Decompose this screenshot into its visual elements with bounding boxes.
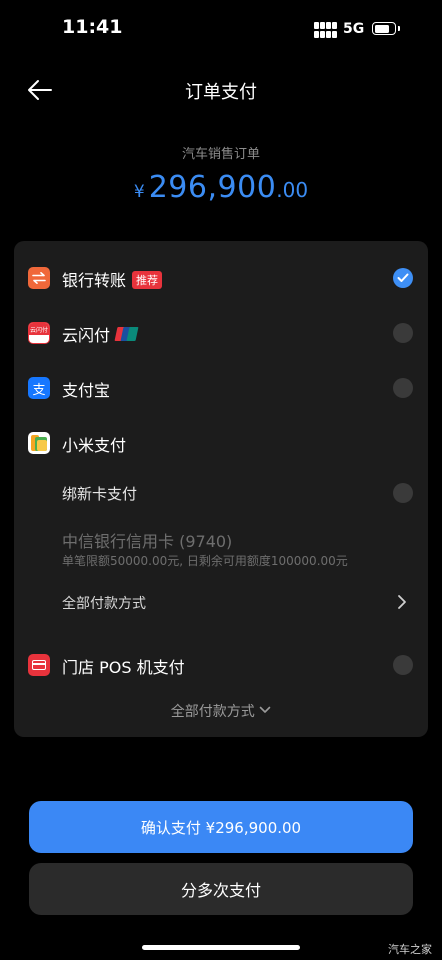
chevron-down-icon — [259, 706, 271, 713]
radio-selected[interactable] — [393, 268, 413, 288]
cloud-quickpass-icon: 云闪付 — [28, 322, 50, 344]
currency-symbol: ¥ — [133, 182, 145, 202]
radio-unselected[interactable] — [393, 483, 413, 503]
method-cloud-quickpass[interactable]: 云闪付 云闪付 — [14, 314, 428, 354]
cloud-quickpass-label: 云闪付 — [62, 326, 111, 345]
home-indicator[interactable] — [142, 945, 300, 950]
citic-card-limit: 单笔限额50000.00元, 日剩余可用额度100000.00元 — [62, 554, 348, 568]
battery-tip — [398, 26, 400, 31]
alipay-label: 支付宝 — [62, 381, 111, 400]
recommend-badge: 推荐 — [132, 271, 163, 289]
order-type-label: 汽车销售订单 — [181, 147, 260, 162]
alipay-icon-text: 支 — [32, 382, 46, 398]
amount-decimal: .00 — [276, 178, 309, 202]
status-time: 11:41 — [62, 16, 123, 38]
unionpay-logo-icon — [114, 327, 139, 341]
bind-new-card-label: 绑新卡支付 — [62, 485, 138, 503]
radio-unselected[interactable] — [393, 323, 413, 343]
check-icon — [397, 273, 409, 282]
confirm-payment-button[interactable]: 确认支付 ¥296,900.00 — [29, 801, 413, 853]
method-store-pos[interactable]: 门店 POS 机支付 — [14, 646, 428, 686]
bank-transfer-label: 银行转账 — [62, 271, 127, 290]
signal-icon — [314, 22, 338, 38]
all-payment-methods-toggle[interactable]: 全部付款方式 — [0, 701, 442, 721]
page-title: 订单支付 — [185, 82, 257, 103]
split-payment-button[interactable]: 分多次支付 — [29, 863, 413, 915]
network-type: 5G — [343, 21, 365, 37]
method-bank-transfer[interactable]: 银行转账 推荐 — [14, 259, 428, 299]
method-label: 云闪付 — [62, 322, 139, 346]
all-payment-methods-label: 全部付款方式 — [170, 704, 255, 720]
transfer-icon — [28, 267, 50, 289]
bind-new-card-option[interactable]: 绑新卡支付 — [14, 474, 428, 514]
cloud-quickpass-icon-text: 云闪付 — [29, 327, 48, 334]
alipay-icon: 支 — [28, 377, 50, 399]
chevron-right-icon[interactable] — [395, 594, 409, 610]
watermark: 汽车之家 — [388, 943, 432, 956]
xiaomi-pay-label: 小米支付 — [62, 436, 127, 455]
citic-card-option: 中信银行信用卡 (9740) — [62, 532, 233, 551]
radio-unselected[interactable] — [393, 655, 413, 675]
battery-icon — [372, 22, 396, 35]
order-amount: ¥296,900.00 — [0, 170, 442, 205]
pos-card-icon — [28, 654, 50, 676]
xiaomi-all-methods-link[interactable]: 全部付款方式 — [62, 593, 146, 613]
method-xiaomi-pay[interactable]: 小米支付 — [14, 424, 428, 464]
radio-unselected[interactable] — [393, 378, 413, 398]
method-alipay[interactable]: 支 支付宝 — [14, 369, 428, 409]
store-pos-label: 门店 POS 机支付 — [62, 658, 185, 677]
amount-integer: 296,900 — [148, 170, 277, 205]
xiaomi-pay-icon — [28, 432, 50, 454]
method-label: 银行转账 推荐 — [62, 267, 163, 291]
